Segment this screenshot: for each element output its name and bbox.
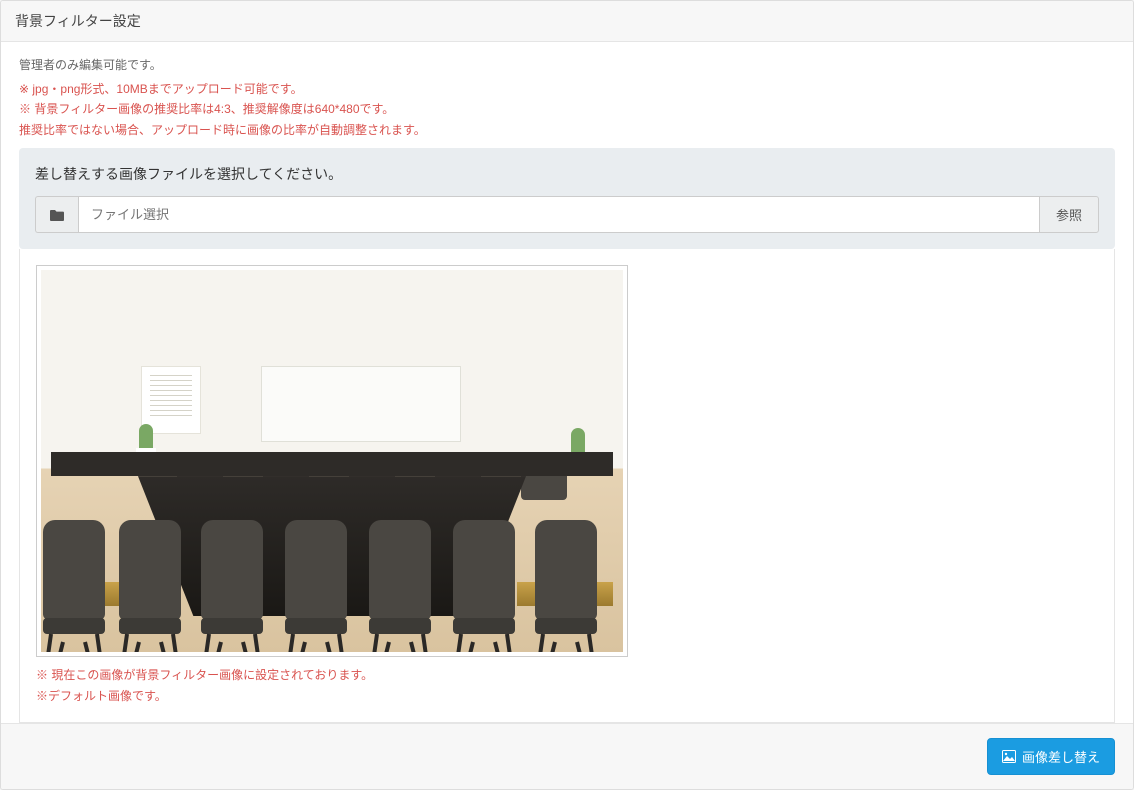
file-select-input[interactable] xyxy=(78,196,1039,233)
preview-area: ※ 現在この画像が背景フィルター画像に設定されております。 ※デフォルト画像です… xyxy=(19,249,1115,723)
ratio-note: ※ 背景フィルター画像の推奨比率は4:3、推奨解像度は640*480です。 xyxy=(19,99,1115,119)
settings-panel: 背景フィルター設定 管理者のみ編集可能です。 ※ jpg・png形式、10MBま… xyxy=(0,0,1134,790)
replace-image-button[interactable]: 画像差し替え xyxy=(987,738,1115,775)
default-image-note: ※デフォルト画像です。 xyxy=(36,686,1098,706)
image-replace-icon xyxy=(1002,750,1016,763)
current-image-note: ※ 現在この画像が背景フィルター画像に設定されております。 xyxy=(36,665,1098,685)
preview-image xyxy=(36,265,628,657)
auto-adjust-note: 推奨比率ではない場合、アップロード時に画像の比率が自動調整されます。 xyxy=(19,120,1115,140)
file-input-group: 参照 xyxy=(35,196,1099,233)
upload-format-note: ※ jpg・png形式、10MBまでアップロード可能です。 xyxy=(19,79,1115,99)
browse-button[interactable]: 参照 xyxy=(1039,196,1099,233)
panel-body: 管理者のみ編集可能です。 ※ jpg・png形式、10MBまでアップロード可能で… xyxy=(1,42,1133,723)
panel-title: 背景フィルター設定 xyxy=(1,1,1133,42)
replace-image-button-label: 画像差し替え xyxy=(1022,747,1100,766)
upload-section: 差し替えする画像ファイルを選択してください。 参照 xyxy=(19,148,1115,249)
upload-section-title: 差し替えする画像ファイルを選択してください。 xyxy=(35,164,1099,184)
panel-footer: 画像差し替え xyxy=(1,723,1133,789)
admin-note: 管理者のみ編集可能です。 xyxy=(19,56,1115,73)
folder-icon xyxy=(35,196,78,233)
